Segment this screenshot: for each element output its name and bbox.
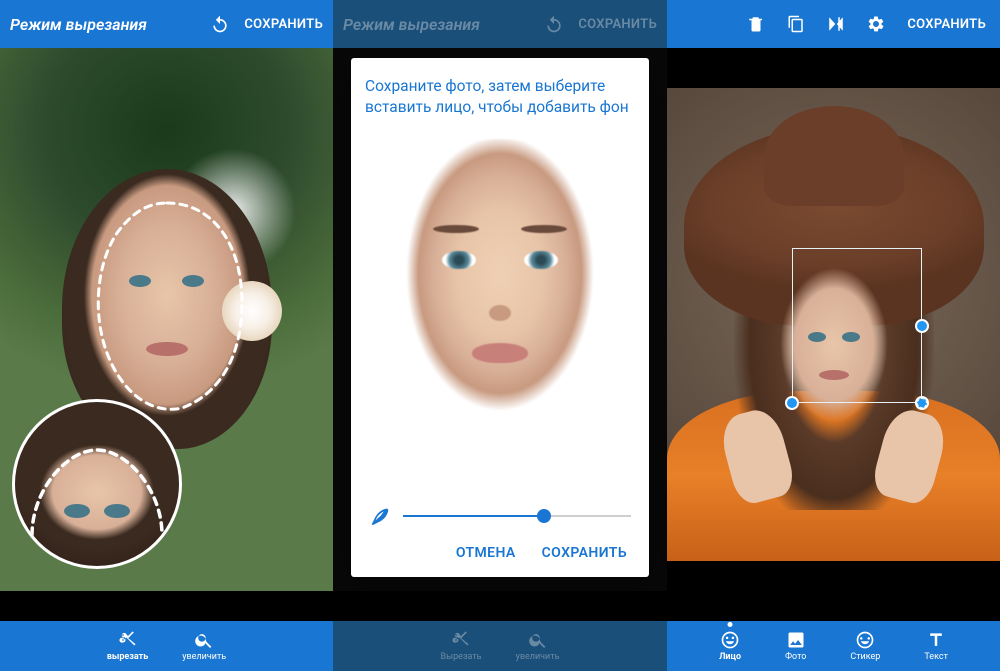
- face-icon: [720, 630, 740, 650]
- tab-sticker[interactable]: Стикер: [850, 630, 880, 662]
- save-button: СОХРАНИТЬ: [578, 17, 657, 32]
- bottom-toolbar: Лицо Фото Стикер Текст: [667, 621, 1000, 671]
- delete-icon[interactable]: [747, 15, 765, 33]
- screen-cut-mode: Режим вырезания СОХРАНИТЬ: [0, 0, 333, 671]
- photo-canvas[interactable]: [0, 48, 333, 591]
- tool-zoom: увеличить: [516, 630, 560, 662]
- topbar-actions: СОХРАНИТЬ: [210, 14, 323, 34]
- bottom-gap: [0, 591, 333, 621]
- copy-icon[interactable]: [787, 15, 805, 33]
- feather-icon: [369, 505, 391, 527]
- tool-cut-label: вырезать: [107, 652, 148, 662]
- scissors-icon: [118, 630, 138, 650]
- tab-face-label: Лицо: [719, 652, 741, 662]
- bottom-toolbar: Вырезать увеличить: [333, 621, 667, 671]
- photo-icon: [786, 630, 806, 650]
- text-icon: [926, 630, 946, 650]
- magnifier-loupe: [12, 399, 182, 569]
- save-button[interactable]: СОХРАНИТЬ: [244, 17, 323, 32]
- screen-title: Режим вырезания: [343, 15, 544, 34]
- flip-icon[interactable]: [827, 15, 845, 33]
- confirm-save-button[interactable]: СОХРАНИТЬ: [542, 545, 627, 561]
- tab-photo[interactable]: Фото: [785, 630, 806, 662]
- tab-sticker-label: Стикер: [850, 652, 880, 662]
- topbar-actions: СОХРАНИТЬ: [544, 14, 657, 34]
- photo-canvas[interactable]: [667, 48, 1000, 621]
- dialog-actions: ОТМЕНА СОХРАНИТЬ: [365, 531, 635, 567]
- resize-handle-right[interactable]: [915, 319, 929, 333]
- scissors-icon: [451, 630, 471, 650]
- tool-zoom-label: увеличить: [516, 652, 560, 662]
- settings-icon[interactable]: [867, 15, 885, 33]
- tab-text[interactable]: Текст: [924, 630, 948, 662]
- resize-handle-bottom-left[interactable]: [785, 396, 799, 410]
- tool-cut[interactable]: вырезать: [107, 630, 148, 662]
- feather-slider[interactable]: [403, 506, 631, 526]
- photo-background: [667, 88, 1000, 561]
- save-button[interactable]: СОХРАНИТЬ: [907, 17, 986, 32]
- screen-editor: СОХРАНИТЬ Лицо Фото: [667, 0, 1000, 671]
- screen-save-dialog: Режим вырезания СОХРАНИТЬ Сохраните фото…: [333, 0, 667, 671]
- screen-title: Режим вырезания: [10, 15, 210, 34]
- tool-zoom[interactable]: увеличить: [182, 630, 226, 662]
- dialog-message: Сохраните фото, затем выберите вставить …: [365, 76, 635, 118]
- tab-text-label: Текст: [924, 652, 948, 662]
- magnify-icon: [528, 630, 548, 650]
- face-overlay-box[interactable]: [792, 248, 922, 403]
- topbar: Режим вырезания СОХРАНИТЬ: [333, 0, 667, 48]
- topbar: Режим вырезания СОХРАНИТЬ: [0, 0, 333, 48]
- active-indicator: [728, 622, 733, 627]
- dialog-preview: [365, 128, 635, 499]
- undo-icon: [544, 14, 564, 34]
- feather-slider-row: [365, 499, 635, 531]
- bottom-gap: [333, 591, 667, 621]
- flower-accessory: [222, 281, 282, 341]
- cutout-face: [380, 139, 620, 459]
- sticker-icon: [855, 630, 875, 650]
- tool-cut-label: Вырезать: [441, 652, 482, 662]
- magnify-icon: [194, 630, 214, 650]
- save-dialog: Сохраните фото, затем выберите вставить …: [351, 58, 649, 577]
- rotate-handle[interactable]: [915, 396, 929, 410]
- undo-icon[interactable]: [210, 14, 230, 34]
- bottom-toolbar: вырезать увеличить: [0, 621, 333, 671]
- tab-face[interactable]: Лицо: [719, 630, 741, 662]
- tool-cut: Вырезать: [441, 630, 482, 662]
- slider-thumb[interactable]: [537, 509, 551, 523]
- tool-zoom-label: увеличить: [182, 652, 226, 662]
- tab-photo-label: Фото: [785, 652, 806, 662]
- topbar: СОХРАНИТЬ: [667, 0, 1000, 48]
- photo-canvas: Сохраните фото, затем выберите вставить …: [333, 48, 667, 591]
- cancel-button[interactable]: ОТМЕНА: [456, 545, 516, 561]
